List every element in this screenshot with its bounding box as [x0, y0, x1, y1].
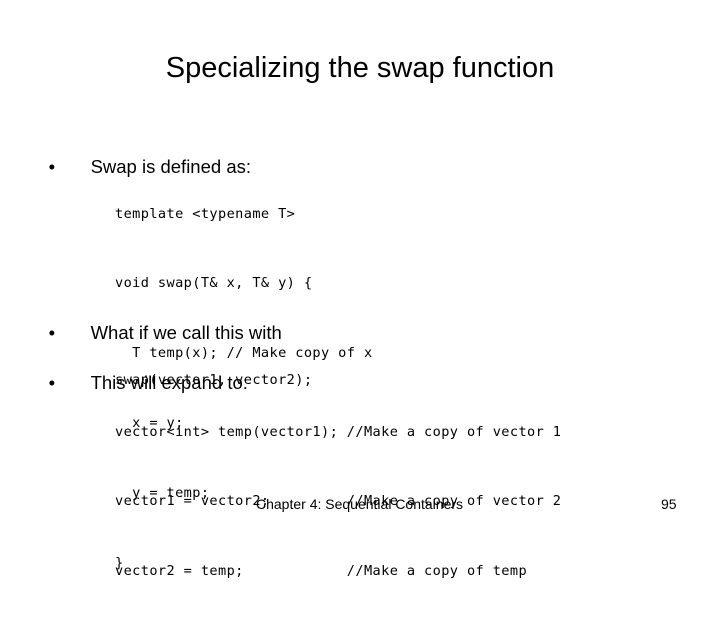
- code-line: vector2 = temp; //Make a copy of temp: [115, 563, 528, 580]
- code-line: void swap(T& x, T& y) {: [115, 275, 313, 292]
- footer-page-number: 95: [661, 496, 677, 512]
- slide-title: Specializing the swap function: [165, 52, 555, 84]
- bullet-icon: •: [48, 322, 56, 343]
- bullet-icon: •: [48, 372, 56, 393]
- footer-chapter: Chapter 4: Sequential Containers: [256, 496, 464, 512]
- code-line: vector<int> temp(vector1); //Make a copy…: [115, 423, 562, 440]
- bullet-icon: •: [48, 156, 56, 177]
- code-line: template <typename T>: [115, 205, 296, 222]
